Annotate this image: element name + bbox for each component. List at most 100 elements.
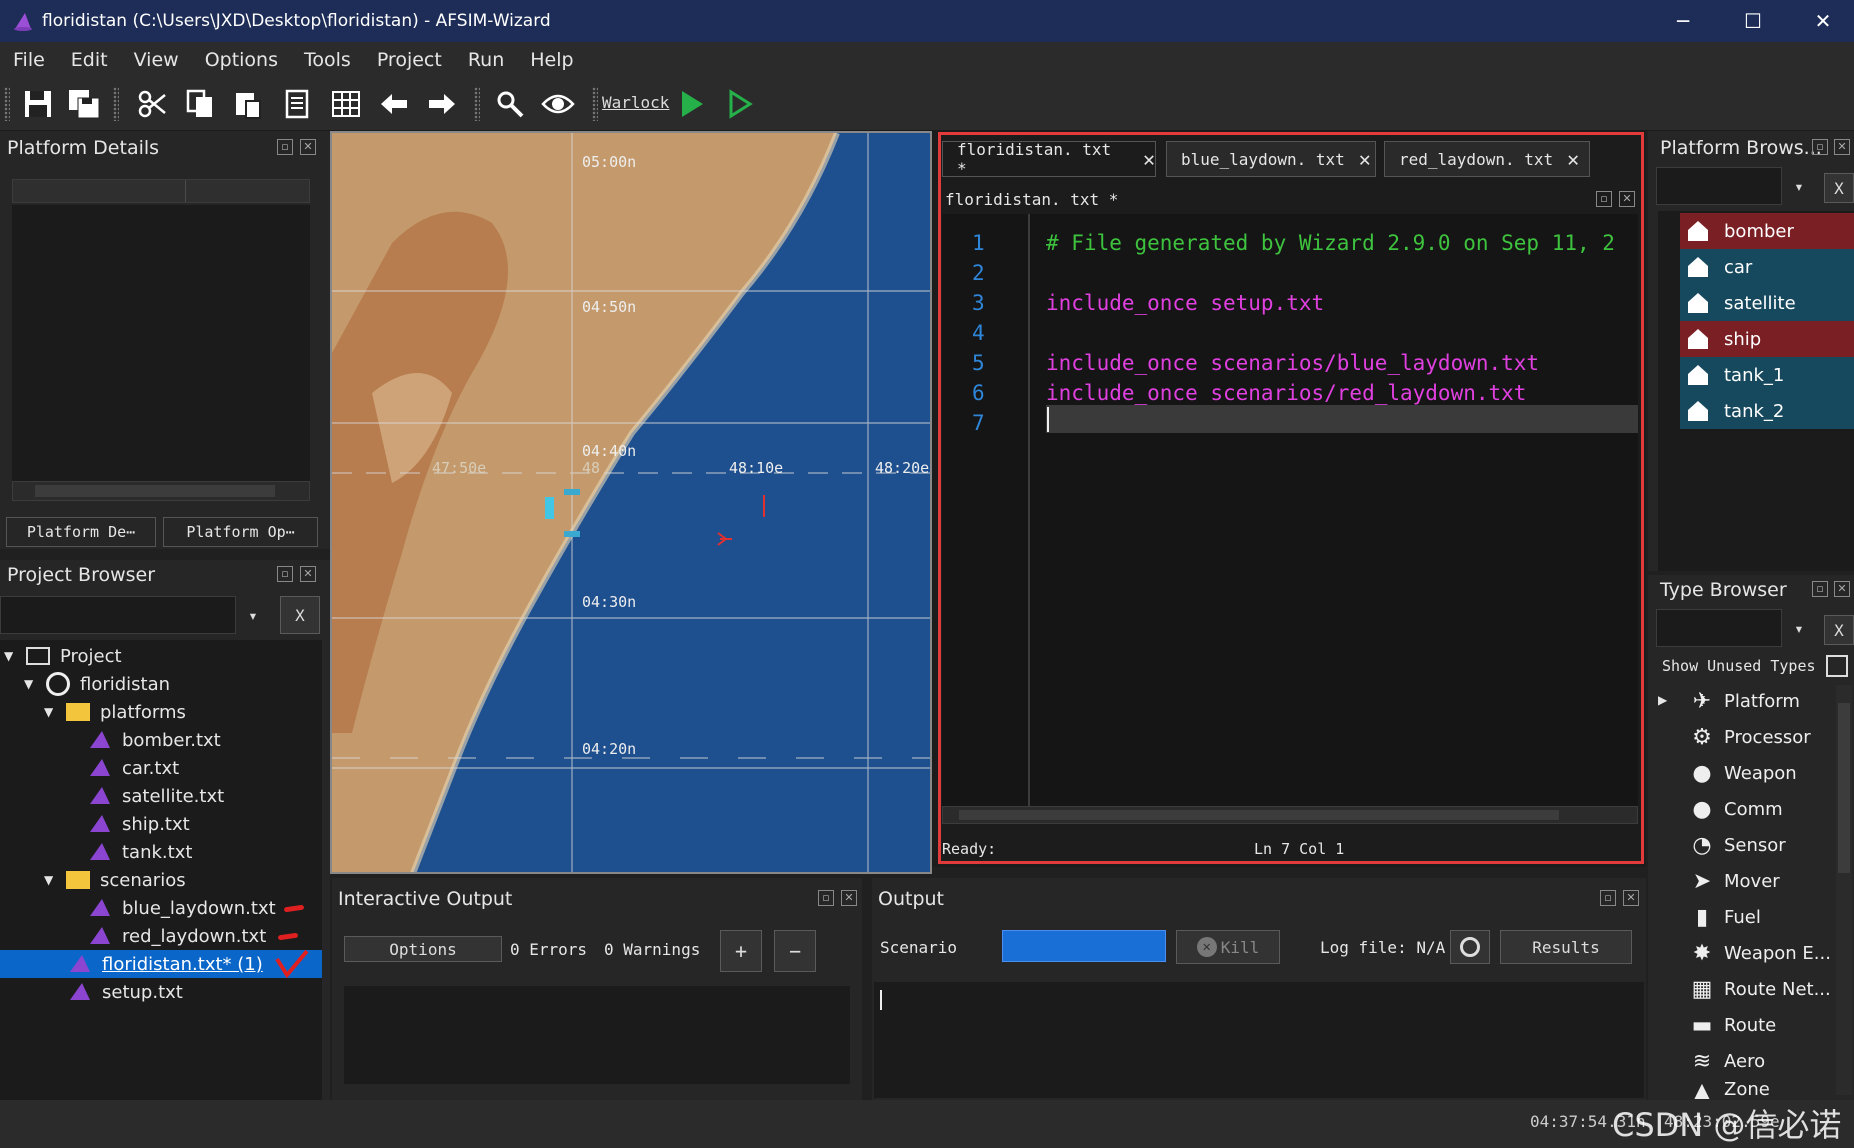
float-icon[interactable]: ▫ xyxy=(1812,581,1828,597)
type-item[interactable]: ✈ Platform xyxy=(1680,683,1800,719)
tree-item-scenarios-folder[interactable]: ▼ scenarios xyxy=(44,866,186,894)
expand-arrow-icon[interactable]: ▼ xyxy=(24,677,40,691)
clear-filter-button[interactable]: X xyxy=(1824,173,1854,203)
platform-item-red[interactable]: ship xyxy=(1680,321,1854,357)
zoom-out-button[interactable]: − xyxy=(774,930,816,972)
type-item[interactable]: ● Weapon xyxy=(1680,755,1796,791)
platform-item-blue[interactable]: car xyxy=(1680,249,1854,285)
forward-arrow-icon[interactable] xyxy=(424,86,460,122)
search-icon[interactable] xyxy=(492,86,528,122)
type-filter-input[interactable] xyxy=(1656,609,1782,647)
show-unused-checkbox[interactable] xyxy=(1826,655,1848,677)
type-item[interactable]: ✸ Weapon E... xyxy=(1680,935,1831,971)
interactive-output-console[interactable] xyxy=(344,986,850,1084)
warlock-button[interactable]: Warlock xyxy=(602,93,669,112)
close-icon[interactable]: ✕ xyxy=(300,566,316,582)
run-play-icon[interactable] xyxy=(674,86,710,122)
tree-item-file[interactable]: tank.txt xyxy=(88,838,192,866)
close-tab-icon[interactable]: ✕ xyxy=(1567,147,1579,171)
filter-dropdown-icon[interactable]: ▾ xyxy=(1784,167,1814,205)
close-icon[interactable]: ✕ xyxy=(300,139,316,155)
tree-item-file[interactable]: car.txt xyxy=(88,754,179,782)
expand-arrow-icon[interactable]: ▶ xyxy=(1658,693,1667,707)
platform-filter-input[interactable] xyxy=(1656,167,1782,205)
scroll-thumb[interactable] xyxy=(959,810,1559,820)
close-tab-icon[interactable]: ✕ xyxy=(1143,147,1155,171)
horizontal-scrollbar[interactable] xyxy=(12,481,310,501)
platform-item-red[interactable]: bomber xyxy=(1680,213,1854,249)
close-icon[interactable]: ✕ xyxy=(1619,191,1635,207)
tab-platform-options[interactable]: Platform Op⋯ xyxy=(163,517,318,547)
minimize-button[interactable]: ─ xyxy=(1648,0,1718,42)
kill-button[interactable]: ✕ Kill xyxy=(1176,930,1280,964)
grid-map-icon[interactable] xyxy=(328,86,364,122)
menu-edit[interactable]: Edit xyxy=(58,49,121,71)
save-icon[interactable] xyxy=(20,86,56,122)
close-tab-icon[interactable]: ✕ xyxy=(1359,147,1371,171)
expand-arrow-icon[interactable]: ▼ xyxy=(4,649,20,663)
open-log-icon[interactable] xyxy=(1450,930,1490,964)
menu-view[interactable]: View xyxy=(121,49,192,71)
editor-horizontal-scrollbar[interactable] xyxy=(942,806,1638,824)
map-view[interactable]: 05:00n 04:50n 04:40n 48:10e 48:20e 04:30… xyxy=(330,131,932,874)
eye-icon[interactable] xyxy=(540,86,576,122)
tree-item-project[interactable]: ▼ Project xyxy=(4,642,122,670)
tree-item-file[interactable]: satellite.txt xyxy=(88,782,224,810)
paste-icon[interactable] xyxy=(230,86,266,122)
tree-item-file[interactable]: ship.txt xyxy=(88,810,190,838)
editor-tab-floridistan[interactable]: floridistan. txt * ✕ xyxy=(942,140,1156,178)
float-icon[interactable]: ▫ xyxy=(277,566,293,582)
tree-item-file[interactable]: bomber.txt xyxy=(88,726,221,754)
close-icon[interactable]: ✕ xyxy=(1834,581,1850,597)
filter-dropdown-icon[interactable]: ▾ xyxy=(1784,609,1814,647)
scroll-thumb[interactable] xyxy=(35,485,275,497)
map-canvas[interactable] xyxy=(332,133,932,874)
type-item[interactable]: ▦ Route Net... xyxy=(1680,971,1831,1007)
type-item[interactable]: ◔ Sensor xyxy=(1680,827,1785,863)
editor-tab-blue-laydown[interactable]: blue_laydown. txt ✕ xyxy=(1166,141,1376,177)
results-button[interactable]: Results xyxy=(1500,930,1632,964)
menu-project[interactable]: Project xyxy=(364,49,455,71)
clear-filter-button[interactable]: X xyxy=(1824,615,1854,645)
platform-item-blue[interactable]: satellite xyxy=(1680,285,1854,321)
tree-item-file[interactable]: setup.txt xyxy=(68,978,183,1006)
tree-item-file[interactable]: blue_laydown.txt xyxy=(88,894,304,922)
menu-help[interactable]: Help xyxy=(517,49,586,71)
code-lines[interactable]: # File generated by Wizard 2.9.0 on Sep … xyxy=(1046,228,1638,448)
toolbar-grip[interactable] xyxy=(474,87,480,121)
clear-filter-button[interactable]: X xyxy=(280,596,320,634)
type-item[interactable]: ▲ Zone xyxy=(1680,1079,1770,1099)
toolbar-grip[interactable] xyxy=(113,87,119,121)
menu-file[interactable]: File xyxy=(0,49,58,71)
options-button[interactable]: Options xyxy=(344,936,502,962)
type-item[interactable]: ▮ Fuel xyxy=(1680,899,1761,935)
platform-marker-tank[interactable] xyxy=(545,497,554,519)
copy-icon[interactable] xyxy=(182,86,218,122)
type-item[interactable]: ➤ Mover xyxy=(1680,863,1780,899)
tree-item-platforms-folder[interactable]: ▼ platforms xyxy=(44,698,186,726)
close-icon[interactable]: ✕ xyxy=(1623,890,1639,906)
editor-tab-red-laydown[interactable]: red_laydown. txt ✕ xyxy=(1384,141,1590,177)
menu-run[interactable]: Run xyxy=(455,49,517,71)
float-icon[interactable]: ▫ xyxy=(1596,191,1612,207)
back-arrow-icon[interactable] xyxy=(376,86,412,122)
type-item[interactable]: ≋ Aero xyxy=(1680,1043,1765,1079)
expand-arrow-icon[interactable]: ▼ xyxy=(44,705,60,719)
tree-item-file[interactable]: red_laydown.txt xyxy=(88,922,299,950)
float-icon[interactable]: ▫ xyxy=(1600,890,1616,906)
document-icon[interactable] xyxy=(280,86,316,122)
float-icon[interactable]: ▫ xyxy=(277,139,293,155)
float-icon[interactable]: ▫ xyxy=(818,890,834,906)
close-window-button[interactable]: ✕ xyxy=(1788,0,1854,42)
tree-item-file-selected[interactable]: floridistan.txt* (1) xyxy=(0,949,322,979)
maximize-button[interactable]: ☐ xyxy=(1718,0,1788,42)
close-icon[interactable]: ✕ xyxy=(841,890,857,906)
type-item[interactable]: ⚙ Processor xyxy=(1680,719,1811,755)
platform-item-blue[interactable]: tank_1 xyxy=(1680,357,1854,393)
toolbar-grip[interactable] xyxy=(4,87,10,121)
cut-icon[interactable] xyxy=(134,86,170,122)
output-console[interactable] xyxy=(874,982,1644,1098)
menu-options[interactable]: Options xyxy=(192,49,291,71)
save-all-icon[interactable] xyxy=(66,86,102,122)
platform-item-blue[interactable]: tank_2 xyxy=(1680,393,1854,429)
